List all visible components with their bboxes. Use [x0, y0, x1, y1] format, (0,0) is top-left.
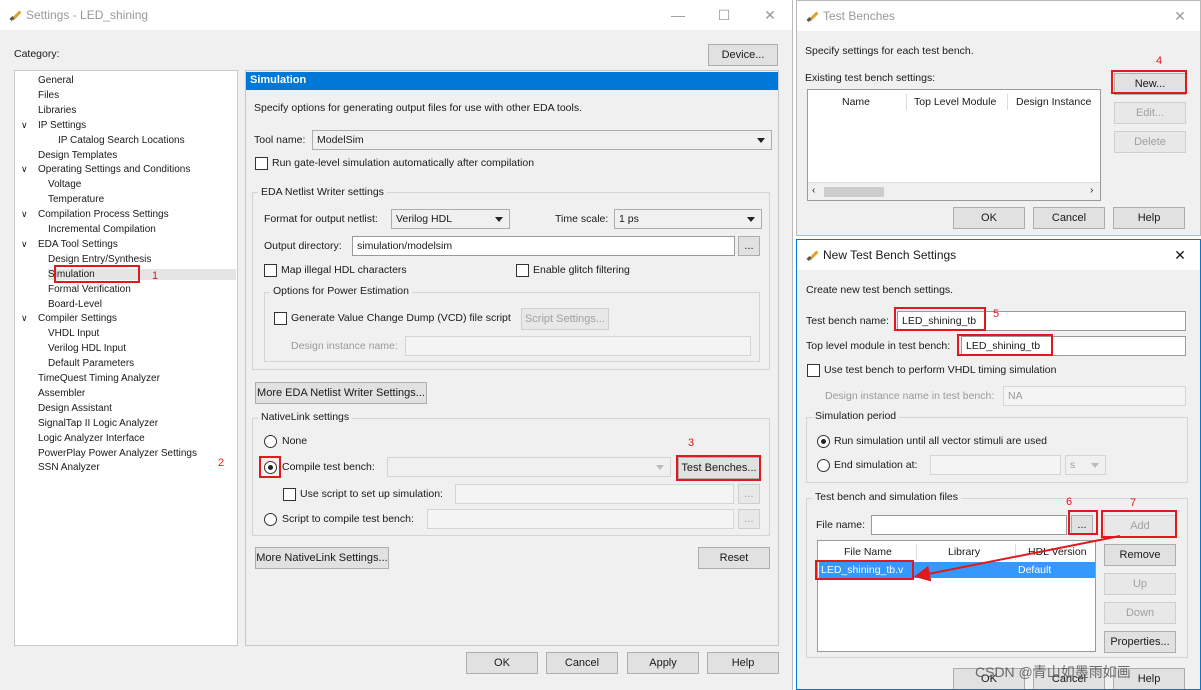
watermark: CSDN @青山如墨雨如画: [975, 664, 1131, 680]
annotation-arrow: [914, 535, 1121, 582]
